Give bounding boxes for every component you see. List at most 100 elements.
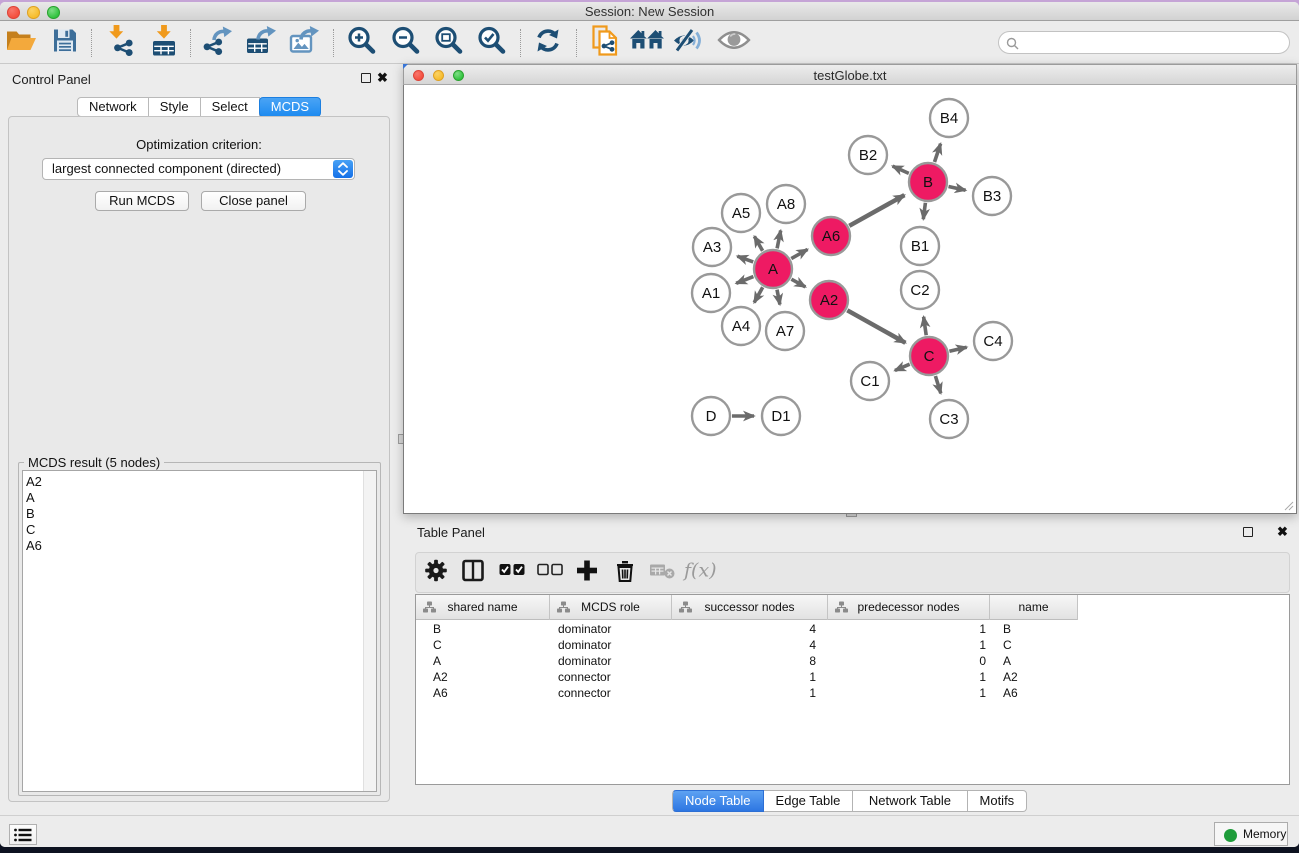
- graph-node-A5[interactable]: A5: [722, 194, 760, 232]
- export-network-icon[interactable]: [203, 26, 234, 60]
- mcds-result-item[interactable]: A: [23, 490, 376, 506]
- import-table-icon[interactable]: [151, 25, 178, 61]
- graph-node-D1[interactable]: D1: [762, 397, 800, 435]
- graph-node-A7[interactable]: A7: [766, 312, 804, 350]
- mcds-result-list[interactable]: A2ABCA6: [22, 470, 377, 792]
- graph-edge-B-B2[interactable]: [893, 166, 909, 173]
- graph-edge-C-C3[interactable]: [935, 376, 940, 393]
- zoom-fit-icon[interactable]: [434, 26, 463, 60]
- add-icon[interactable]: [576, 559, 598, 586]
- deselect-all-icon[interactable]: [537, 563, 563, 582]
- graph-node-B[interactable]: B: [909, 163, 947, 201]
- column-header-predecessor-nodes[interactable]: predecessor nodes: [828, 595, 990, 620]
- delete-icon[interactable]: [615, 559, 635, 587]
- svg-text:D: D: [706, 408, 717, 425]
- graph-node-D[interactable]: D: [692, 397, 730, 435]
- graph-edge-C-C1[interactable]: [895, 364, 910, 370]
- graph-edge-A-A1[interactable]: [736, 277, 753, 284]
- mcds-result-item[interactable]: C: [23, 522, 376, 538]
- graph-node-C[interactable]: C: [910, 337, 948, 375]
- split-view-icon[interactable]: [462, 559, 484, 586]
- table-row[interactable]: A2connector11A2: [416, 669, 1289, 685]
- graph-node-A8[interactable]: A8: [767, 185, 805, 223]
- graph-edge-C-C4[interactable]: [949, 347, 966, 351]
- save-icon[interactable]: [53, 28, 78, 58]
- graph-node-A3[interactable]: A3: [693, 228, 731, 266]
- table-panel-float-button[interactable]: [1243, 527, 1253, 537]
- graph-edge-A-A8[interactable]: [777, 231, 781, 249]
- graph-node-C4[interactable]: C4: [974, 322, 1012, 360]
- show-panels-button[interactable]: [9, 824, 37, 845]
- graph-edge-C-C2[interactable]: [924, 317, 927, 335]
- search-input[interactable]: [998, 31, 1290, 54]
- graph-edge-A2-C[interactable]: [847, 310, 905, 343]
- graph-node-A4[interactable]: A4: [722, 307, 760, 345]
- graph-node-C1[interactable]: C1: [851, 362, 889, 400]
- control-panel-close-button[interactable]: ✖: [377, 73, 388, 83]
- graph-edge-B-B1[interactable]: [923, 203, 925, 219]
- criterion-dropdown[interactable]: largest connected component (directed): [42, 158, 355, 180]
- graph-node-A6[interactable]: A6: [812, 217, 850, 255]
- column-header-shared-name[interactable]: shared name: [416, 595, 550, 620]
- tab-select[interactable]: Select: [201, 97, 260, 117]
- graph-node-B1[interactable]: B1: [901, 227, 939, 265]
- tab-style[interactable]: Style: [149, 97, 201, 117]
- zoom-out-icon[interactable]: [391, 26, 420, 60]
- graph-node-B3[interactable]: B3: [973, 177, 1011, 215]
- mcds-result-item[interactable]: A2: [23, 474, 376, 490]
- graph-edge-A-A5[interactable]: [754, 236, 762, 250]
- network-overview-icon[interactable]: [630, 27, 665, 58]
- show-eye-icon[interactable]: [718, 28, 751, 58]
- graph-node-B2[interactable]: B2: [849, 136, 887, 174]
- hide-eye-icon[interactable]: [673, 27, 707, 59]
- column-header-name[interactable]: name: [990, 595, 1078, 620]
- column-header-MCDS-role[interactable]: MCDS role: [550, 595, 672, 620]
- table-row[interactable]: Adominator80A: [416, 653, 1289, 669]
- tab-node-table[interactable]: Node Table: [672, 790, 764, 812]
- network-canvas[interactable]: B4 B2 B B3 B1 A5 A8 A6 A3 A A1 A2 C2: [403, 85, 1297, 514]
- export-image-icon[interactable]: [289, 26, 320, 60]
- tab-network-table[interactable]: Network Table: [853, 790, 967, 812]
- import-network-icon[interactable]: [107, 25, 134, 61]
- export-table-icon[interactable]: [246, 26, 277, 60]
- zoom-selected-icon[interactable]: [477, 26, 506, 60]
- select-all-icon[interactable]: [499, 563, 525, 582]
- tab-motifs[interactable]: Motifs: [968, 790, 1028, 812]
- result-list-scrollbar[interactable]: [363, 471, 376, 791]
- graph-edge-A-A2[interactable]: [791, 279, 805, 287]
- close-panel-button[interactable]: Close panel: [201, 191, 306, 211]
- table-panel-close-button[interactable]: ✖: [1277, 527, 1288, 537]
- graph-node-A2[interactable]: A2: [810, 281, 848, 319]
- refresh-icon[interactable]: [534, 26, 562, 59]
- mcds-result-item[interactable]: A6: [23, 538, 376, 554]
- graph-edge-A-A7[interactable]: [777, 290, 780, 305]
- tab-mcds[interactable]: MCDS: [259, 97, 321, 117]
- graph-edge-A6-B[interactable]: [849, 195, 904, 226]
- zoom-in-icon[interactable]: [347, 26, 376, 60]
- clone-network-icon[interactable]: [591, 25, 619, 61]
- graph-node-A[interactable]: A: [754, 250, 792, 288]
- graph-edge-A-A6[interactable]: [791, 249, 807, 258]
- mcds-result-item[interactable]: B: [23, 506, 376, 522]
- column-header-successor-nodes[interactable]: successor nodes: [672, 595, 828, 620]
- table-row[interactable]: Cdominator41C: [416, 637, 1289, 653]
- graph-edge-B-B4[interactable]: [935, 144, 941, 162]
- graph-node-A1[interactable]: A1: [692, 274, 730, 312]
- open-folder-icon[interactable]: [6, 27, 37, 58]
- run-mcds-button[interactable]: Run MCDS: [95, 191, 189, 211]
- window-resize-grip[interactable]: [1282, 499, 1294, 511]
- tab-network[interactable]: Network: [77, 97, 149, 117]
- memory-button[interactable]: Memory: [1214, 822, 1288, 846]
- graph-node-B4[interactable]: B4: [930, 99, 968, 137]
- table-row[interactable]: A6connector11A6: [416, 685, 1289, 701]
- table-row[interactable]: Bdominator41B: [416, 621, 1289, 637]
- graph-edge-B-B3[interactable]: [949, 187, 966, 191]
- graph-node-C2[interactable]: C2: [901, 271, 939, 309]
- tab-edge-table[interactable]: Edge Table: [764, 790, 854, 812]
- graph-edge-A-A4[interactable]: [754, 287, 763, 302]
- graph-node-C3[interactable]: C3: [930, 400, 968, 438]
- gear-icon[interactable]: [425, 559, 447, 586]
- control-panel-title: Control Panel: [12, 72, 91, 87]
- graph-edge-A-A3[interactable]: [737, 256, 753, 262]
- control-panel-float-button[interactable]: [361, 73, 371, 83]
